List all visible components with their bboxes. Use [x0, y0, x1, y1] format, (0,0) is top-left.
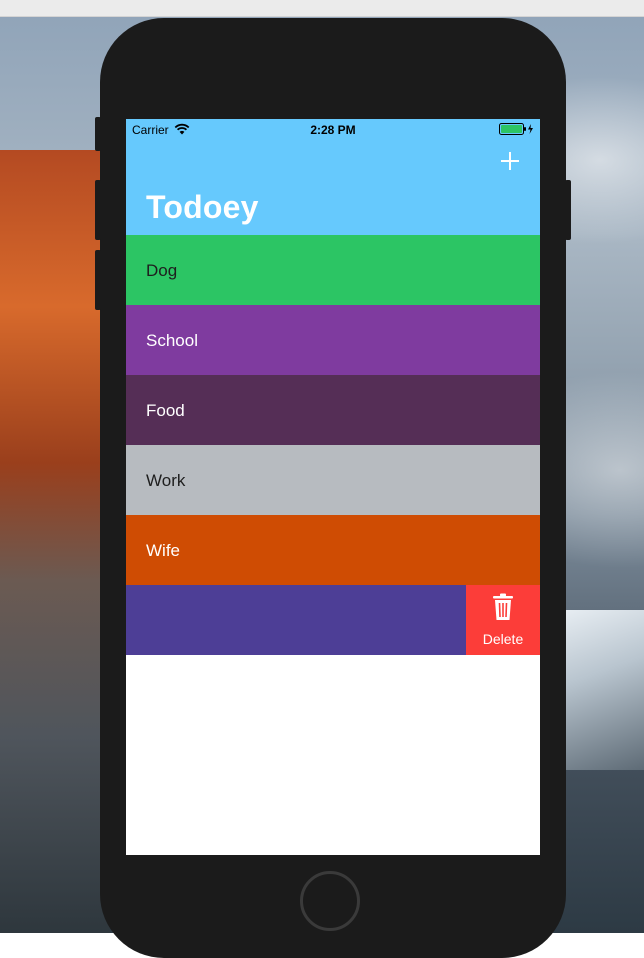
category-row-swiped[interactable]: Delete [126, 585, 540, 655]
category-label: Food [146, 401, 185, 420]
volume-up-button [95, 180, 101, 240]
category-row-food[interactable]: Food [126, 375, 540, 445]
category-row-school[interactable]: School [126, 305, 540, 375]
app-screen: Carrier 2:28 PM Todoey Dog School Food W… [126, 119, 540, 855]
window-top-strip [0, 0, 644, 17]
volume-down-button [95, 250, 101, 310]
category-list: Dog School Food Work Wife Delete [126, 235, 540, 655]
delete-swipe-button[interactable]: Delete [466, 585, 540, 655]
status-bar: Carrier 2:28 PM [126, 119, 540, 139]
home-button[interactable] [300, 871, 360, 931]
category-label: Dog [146, 261, 178, 280]
category-label: Work [146, 471, 186, 490]
clock-label: 2:28 PM [310, 123, 356, 137]
delete-label: Delete [482, 631, 524, 647]
category-row-dog[interactable]: Dog [126, 235, 540, 305]
background-cliff [0, 150, 110, 933]
mute-switch [95, 117, 101, 151]
add-category-button[interactable] [496, 147, 524, 175]
category-label: School [146, 331, 198, 350]
navigation-bar: Carrier 2:28 PM Todoey [126, 119, 540, 235]
trash-icon [493, 593, 513, 620]
category-label: Wife [146, 541, 180, 560]
category-row-work[interactable]: Work [126, 445, 540, 515]
background-mountain [560, 610, 644, 770]
category-row-wife[interactable]: Wife [126, 515, 540, 585]
page-title: Todoey [146, 189, 259, 225]
power-button [565, 180, 571, 240]
battery-charging-icon [499, 123, 533, 135]
